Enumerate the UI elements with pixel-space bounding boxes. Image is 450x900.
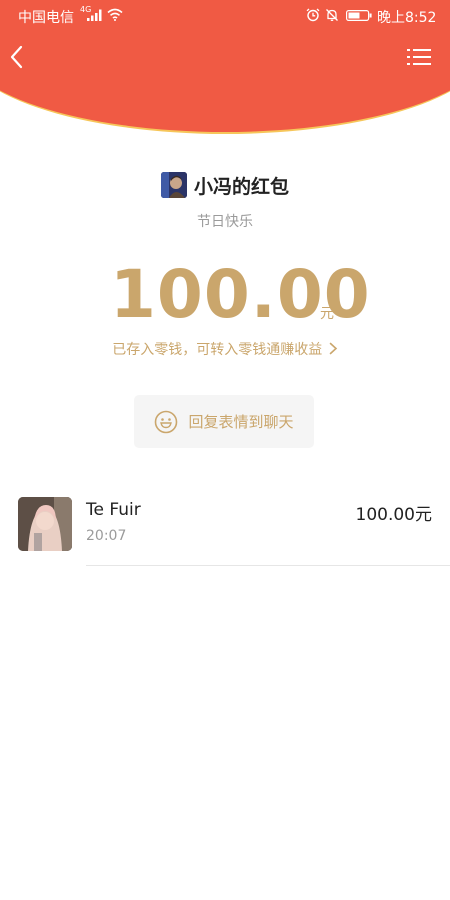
back-button[interactable] — [6, 44, 28, 70]
chevron-right-icon — [329, 342, 337, 355]
receive-amount: 100.00元 — [355, 505, 432, 525]
receiver-row[interactable]: Te Fuir 20:07 100.00元 — [0, 490, 450, 566]
alarm-icon — [306, 8, 320, 22]
blessing-text: 节日快乐 — [197, 214, 253, 230]
change-balance-link[interactable]: 已存入零钱，可转入零钱通赚收益 — [0, 339, 450, 359]
status-time: 晚上8:52 — [377, 10, 437, 26]
reply-emoji-button[interactable]: 回复表情到聊天 — [134, 395, 314, 448]
packet-title: 小冯的红包 — [193, 175, 289, 198]
red-packet-header: 中国电信 4G 晚上8:52 — [0, 0, 450, 134]
amount-unit: 元 — [320, 306, 334, 322]
receive-time: 20:07 — [86, 528, 127, 544]
amount-value: 100.00 — [110, 256, 371, 333]
status-bar: 中国电信 4G 晚上8:52 — [0, 0, 450, 32]
reply-label: 回复表情到聊天 — [188, 413, 294, 431]
signal-icon — [87, 9, 102, 21]
carrier-name: 中国电信 — [18, 10, 74, 26]
amount-row: 100.00 元 — [0, 255, 450, 335]
row-divider — [86, 565, 450, 566]
sender-avatar[interactable] — [160, 172, 187, 198]
red-packet-title-row: 小冯的红包 — [0, 170, 450, 200]
receiver-name: Te Fuir — [86, 500, 141, 520]
receiver-avatar[interactable] — [18, 497, 72, 551]
smiley-icon — [155, 410, 178, 433]
list-menu-icon[interactable] — [406, 46, 432, 68]
mute-bell-icon — [326, 9, 338, 21]
wifi-icon — [107, 8, 123, 21]
battery-icon — [346, 10, 372, 21]
change-note-text: 已存入零钱，可转入零钱通赚收益 — [112, 342, 323, 358]
